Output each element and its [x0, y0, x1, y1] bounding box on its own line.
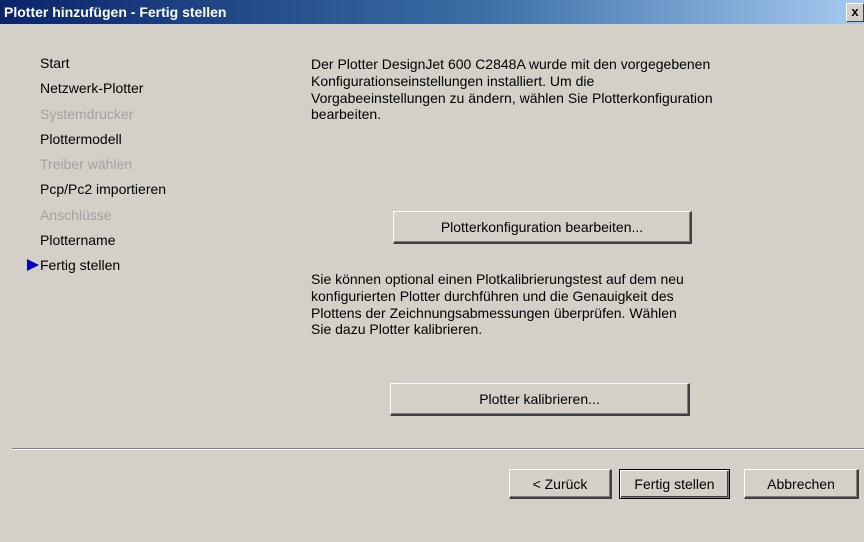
finish-button[interactable]: Fertig stellen: [619, 469, 730, 499]
step-plottername: Plottername: [40, 232, 116, 249]
window-title: Plotter hinzufügen - Fertig stellen: [4, 4, 227, 20]
close-button[interactable]: x: [846, 3, 864, 22]
step-plottermodell: Plottermodell: [40, 130, 122, 147]
step-fertig-stellen: Fertig stellen: [27, 256, 166, 281]
description-line: Sie können optional einen Plotkalibrieru…: [311, 271, 684, 287]
step-netzwerk-plotter: Netzwerk-Plotter: [40, 80, 144, 97]
edit-plotter-configuration-button[interactable]: Plotterkonfiguration bearbeiten...: [393, 211, 692, 244]
finish-description: Der Plotter DesignJet 600 C2848A wurde m…: [311, 56, 713, 123]
description-line: Konfigurationseinstellungen installiert.…: [311, 72, 595, 89]
description-line: konfigurierten Plotter durchführen und d…: [311, 287, 674, 304]
close-icon: x: [851, 4, 859, 19]
calibration-description: Sie können optional einen Plotkalibrieru…: [311, 271, 684, 338]
description-line: Der Plotter DesignJet 600 C2848A wurde m…: [311, 56, 711, 72]
calibrate-plotter-button[interactable]: Plotter kalibrieren...: [390, 383, 690, 416]
description-line: bearbeiten.: [311, 106, 382, 123]
title-bar: Plotter hinzufügen - Fertig stellen x: [0, 0, 864, 24]
back-button[interactable]: < Zurück: [509, 469, 612, 499]
footer-separator: [12, 448, 864, 450]
step-start: Start: [40, 55, 70, 71]
step-pcp-pc2-importieren: Pcp/Pc2 importieren: [40, 181, 167, 198]
description-line: Vorgabeeinstellungen zu ändern, wählen S…: [311, 89, 713, 106]
wizard-steps-list: Start Netzwerk-Plotter Systemdrucker Plo…: [27, 54, 167, 282]
step-systemdrucker: Systemdrucker: [40, 105, 134, 122]
description-line: Sie dazu Plotter kalibrieren.: [311, 321, 483, 338]
cancel-button[interactable]: Abbrechen: [744, 469, 859, 499]
step-treiber-waehlen: Treiber wählen: [40, 156, 133, 173]
description-line: Plottens der Zeichnungsabmessungen überp…: [311, 304, 677, 321]
current-step-arrow-icon: [27, 259, 39, 272]
step-anschluesse: Anschlüsse: [40, 206, 112, 223]
